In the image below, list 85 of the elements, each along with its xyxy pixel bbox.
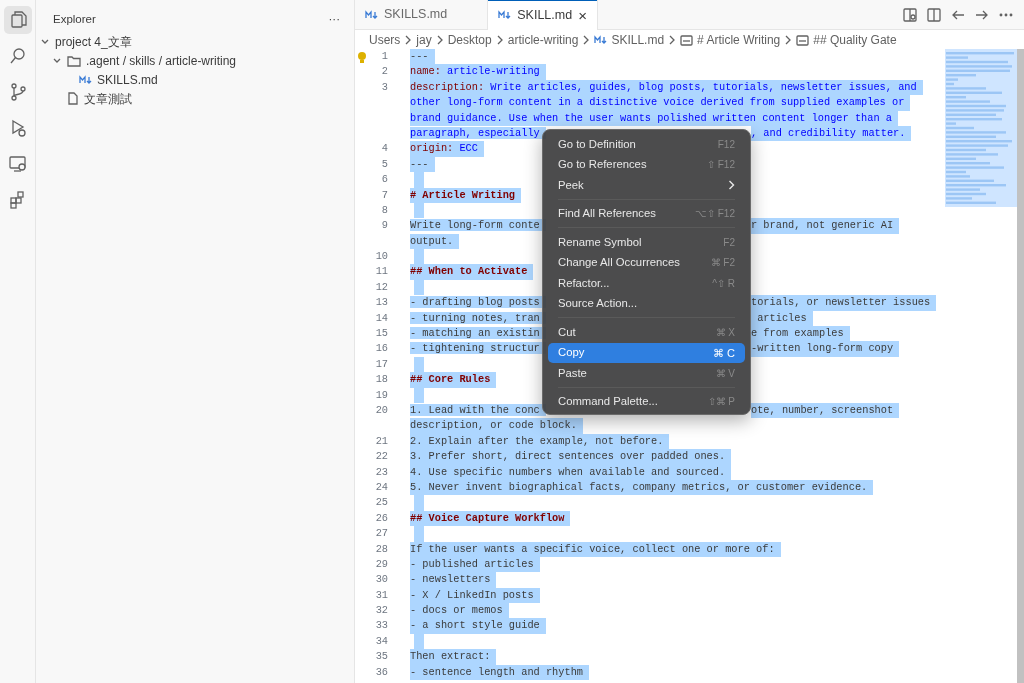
line-number: 13 bbox=[375, 295, 388, 311]
line-number: 25 bbox=[375, 495, 388, 511]
markdown-icon bbox=[79, 73, 92, 86]
menu-item[interactable]: Command Palette... ⇧⌘ P bbox=[548, 391, 745, 412]
line-number: 4 bbox=[381, 141, 388, 157]
sidebar-title: Explorer bbox=[53, 12, 96, 27]
line-number: 19 bbox=[375, 387, 388, 403]
selection-highlight bbox=[414, 356, 424, 373]
line-number: 3 bbox=[381, 79, 388, 95]
selection-highlight bbox=[414, 387, 424, 403]
line-number: 9 bbox=[381, 218, 388, 234]
menu-item[interactable]: Rename Symbol F2 bbox=[548, 232, 745, 253]
chevron-icon bbox=[582, 35, 591, 45]
menu-item[interactable]: Go to References ⇧ F12 bbox=[548, 154, 745, 175]
more-button[interactable]: ··· bbox=[328, 11, 340, 29]
line-number: 33 bbox=[375, 618, 388, 634]
tree-item[interactable]: project 4_文章 bbox=[36, 32, 354, 52]
line-number: 16 bbox=[375, 341, 388, 357]
line-number: 12 bbox=[375, 279, 388, 295]
line-number: 8 bbox=[381, 202, 388, 218]
line-number: 29 bbox=[375, 556, 388, 572]
monitor-icon[interactable] bbox=[6, 153, 29, 175]
line-number: 2 bbox=[381, 64, 388, 80]
menu-item[interactable]: Cut ⌘ X bbox=[548, 322, 745, 343]
selection-highlight bbox=[414, 279, 424, 296]
menu-item[interactable]: Refactor... ^⇧ R bbox=[548, 273, 745, 294]
line-number: 15 bbox=[375, 326, 388, 342]
tree-item[interactable]: .agent / skills / article-writing bbox=[36, 51, 354, 71]
breadcrumb-item[interactable]: Desktop bbox=[447, 31, 492, 49]
breadcrumb-item[interactable]: # Article Writing bbox=[697, 31, 781, 49]
line-number: 32 bbox=[375, 603, 388, 619]
menu-item[interactable]: Peek bbox=[548, 175, 745, 196]
tree-item[interactable]: SKILLS.md bbox=[36, 70, 354, 90]
line-number: 6 bbox=[381, 172, 388, 188]
selection-highlight bbox=[414, 202, 424, 219]
line-number: 27 bbox=[375, 526, 388, 542]
chevron-icon bbox=[495, 35, 504, 45]
line-number: 1 bbox=[381, 49, 388, 64]
breadcrumb-item[interactable]: article-writing bbox=[507, 31, 579, 49]
line-number: 35 bbox=[375, 649, 388, 665]
markdown-icon bbox=[498, 9, 512, 21]
chevron-icon bbox=[784, 35, 793, 45]
line-number: 20 bbox=[375, 403, 388, 418]
line-number: 7 bbox=[381, 187, 388, 203]
file-icon bbox=[67, 92, 79, 106]
line-number: 10 bbox=[375, 249, 388, 265]
symbol-icon bbox=[680, 34, 694, 46]
breadcrumb-item[interactable]: jay bbox=[416, 31, 432, 49]
preview-icon[interactable] bbox=[902, 6, 918, 23]
breadcrumb-item[interactable]: ## Quality Gate bbox=[813, 31, 897, 49]
breadcrumb-item[interactable]: SKILL.md bbox=[611, 31, 665, 49]
close-button[interactable]: × bbox=[578, 7, 587, 23]
line-number: 14 bbox=[375, 310, 388, 326]
menu-item[interactable]: Paste ⌘ V bbox=[548, 363, 745, 384]
menu-item[interactable]: Copy ⌘ C bbox=[548, 342, 745, 363]
line-number: 23 bbox=[375, 464, 388, 480]
menu-item[interactable]: Find All References ⌥⇧ F12 bbox=[548, 203, 745, 224]
breadcrumb-item[interactable]: Users bbox=[369, 31, 401, 49]
chevron-icon bbox=[435, 35, 444, 45]
chevron-icon bbox=[404, 35, 413, 45]
symbol-icon bbox=[796, 34, 810, 46]
line-number: 21 bbox=[375, 433, 388, 449]
markdown-icon bbox=[365, 8, 378, 21]
line-number: 22 bbox=[375, 449, 388, 465]
line-number: 26 bbox=[375, 510, 388, 526]
tree-item[interactable]: 文章測試 bbox=[36, 89, 354, 109]
line-number: 36 bbox=[375, 664, 388, 680]
menu-item[interactable]: Source Action... bbox=[548, 293, 745, 314]
markdown-icon bbox=[594, 34, 608, 46]
line-number: 24 bbox=[375, 479, 388, 495]
editor-tab[interactable]: SKILL.md × bbox=[488, 0, 598, 30]
menu-item[interactable]: Go to Definition F12 bbox=[548, 134, 745, 155]
line-number: 5 bbox=[381, 156, 388, 172]
line-number: 30 bbox=[375, 572, 388, 588]
line-number: 34 bbox=[375, 633, 388, 649]
line-number: 31 bbox=[375, 587, 388, 603]
line-number: 18 bbox=[375, 372, 388, 388]
line-number: 28 bbox=[375, 541, 388, 557]
chevron-icon bbox=[668, 35, 677, 45]
scrollbar[interactable] bbox=[1017, 49, 1024, 683]
folder-icon bbox=[67, 54, 81, 67]
menu-item[interactable]: Change All Occurrences ⌘ F2 bbox=[548, 252, 745, 273]
split-editor-icon[interactable] bbox=[926, 6, 942, 23]
line-number: 17 bbox=[375, 356, 388, 372]
line-number: 11 bbox=[375, 264, 388, 280]
